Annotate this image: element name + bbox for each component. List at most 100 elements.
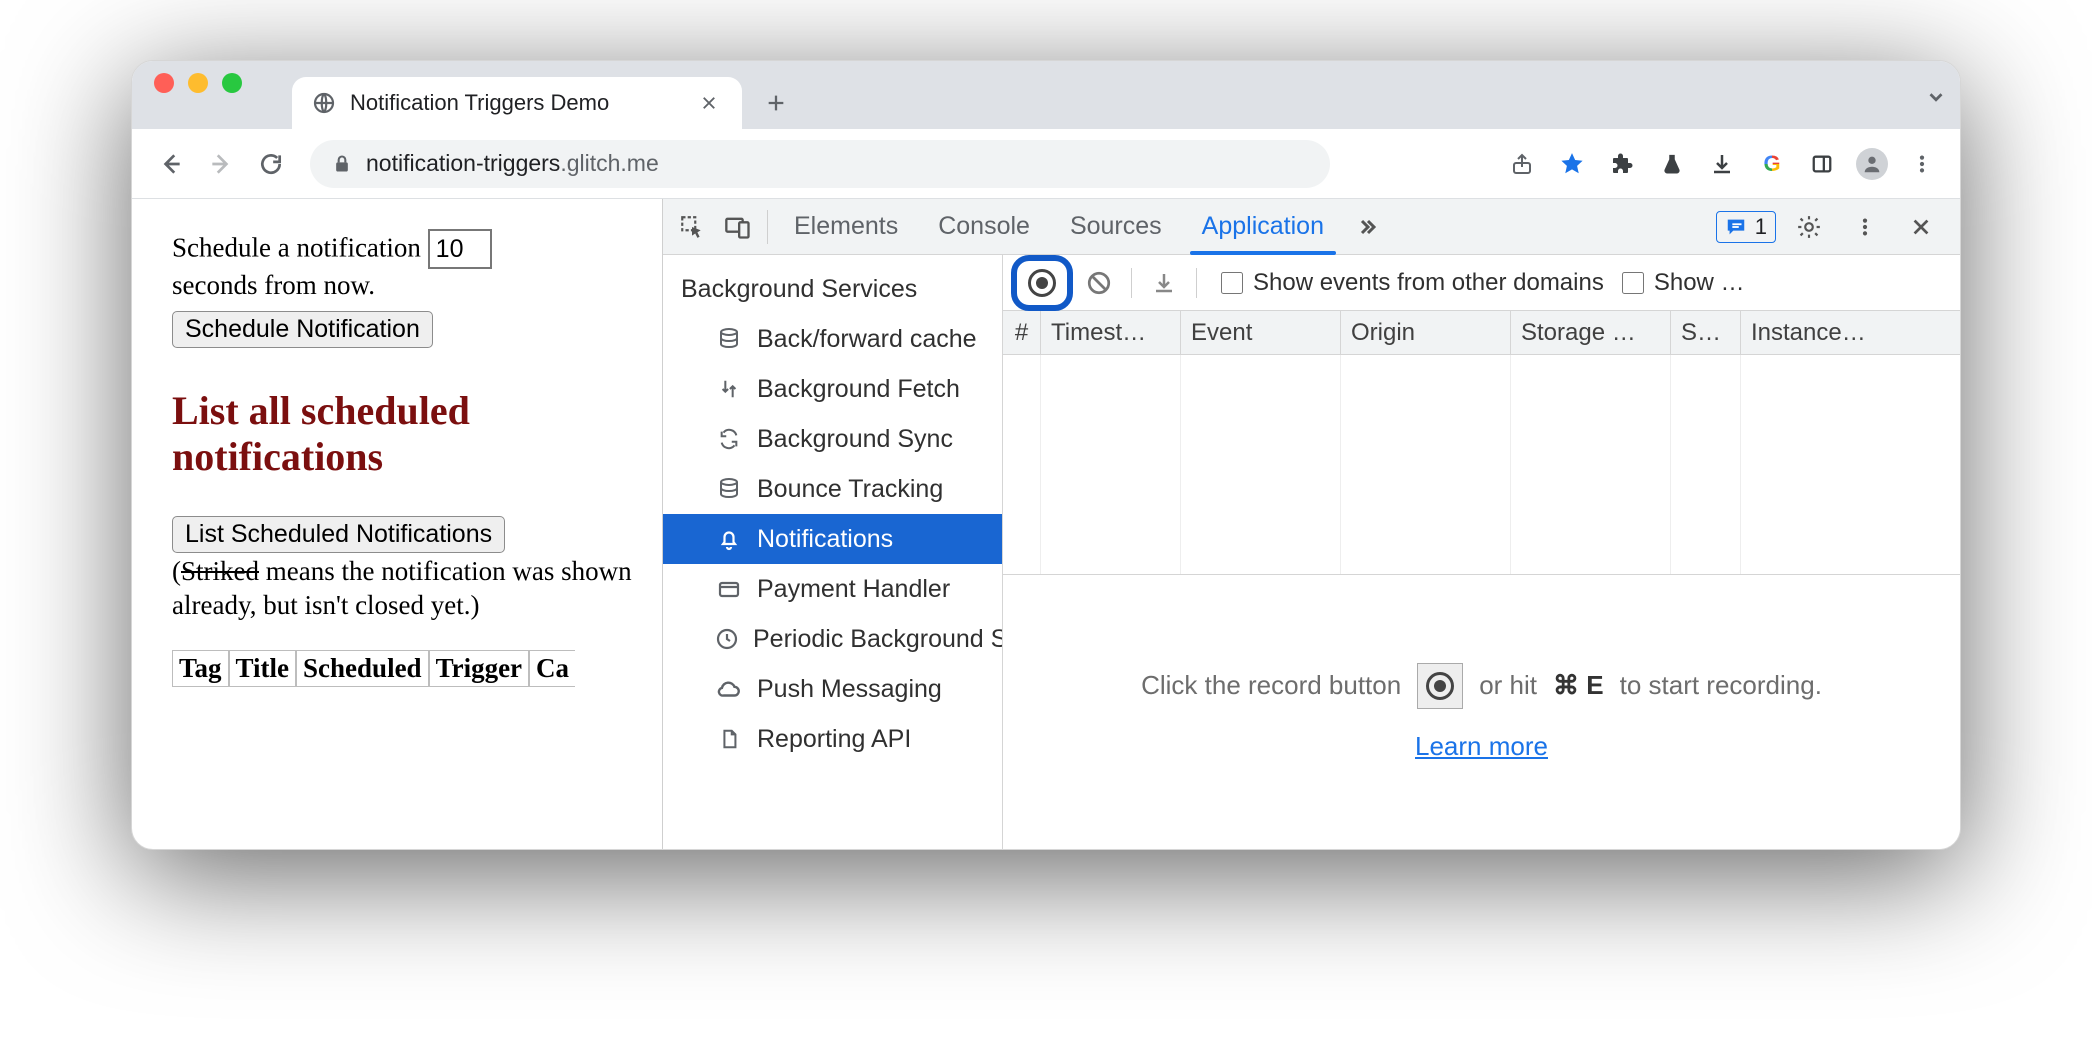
card-icon [715, 577, 743, 601]
close-devtools-icon[interactable] [1898, 199, 1944, 255]
sidebar-item-payment-handler[interactable]: Payment Handler [663, 564, 1002, 614]
settings-gear-icon[interactable] [1786, 199, 1832, 255]
sidebar-item-reporting-api[interactable]: Reporting API [663, 714, 1002, 764]
col-storage[interactable]: Storage … [1511, 311, 1671, 354]
col-index[interactable]: # [1003, 311, 1041, 354]
schedule-notification-button[interactable]: Schedule Notification [172, 311, 433, 348]
tab-title: Notification Triggers Demo [350, 90, 609, 116]
sidebar-item-back-forward-cache[interactable]: Back/forward cache [663, 314, 1002, 364]
database-icon [715, 327, 743, 351]
tab-strip: Notification Triggers Demo [132, 61, 1960, 129]
col-event[interactable]: Event [1181, 311, 1341, 354]
checkbox[interactable] [1622, 272, 1644, 294]
sidebar-item-background-fetch[interactable]: Background Fetch [663, 364, 1002, 414]
col-instance[interactable]: Instance… [1741, 311, 1960, 354]
close-window-icon[interactable] [154, 73, 174, 93]
devtools-main: Show events from other domains Show … # … [1003, 255, 1960, 849]
tab-elements[interactable]: Elements [774, 199, 918, 254]
document-icon [715, 728, 743, 750]
devtools-kebab-icon[interactable] [1842, 199, 1888, 255]
downloads-icon[interactable] [1706, 148, 1738, 180]
th-title: Title [229, 650, 297, 687]
sync-icon [715, 428, 743, 450]
tabs-overflow-icon[interactable] [1344, 199, 1390, 255]
sidebar-item-background-sync[interactable]: Background Sync [663, 414, 1002, 464]
sidebar-item-bounce-tracking[interactable]: Bounce Tracking [663, 464, 1002, 514]
devtools-tabbar: Elements Console Sources Application 1 [663, 199, 1960, 255]
share-icon[interactable] [1506, 148, 1538, 180]
checkbox[interactable] [1221, 272, 1243, 294]
profile-avatar[interactable] [1856, 148, 1888, 180]
new-tab-button[interactable] [742, 77, 810, 129]
url-host: notification-triggers.glitch.me [366, 150, 659, 177]
hint-shortcut: ⌘ E [1553, 670, 1604, 701]
strike-description: (Striked means the notification was show… [172, 555, 662, 623]
show-other-domains-checkbox[interactable]: Show events from other domains [1221, 269, 1604, 297]
col-origin[interactable]: Origin [1341, 311, 1511, 354]
schedule-row: Schedule a notification [172, 229, 662, 269]
record-button[interactable] [1011, 255, 1073, 311]
browser-window: Notification Triggers Demo notificatio [131, 60, 1961, 850]
devtools-panel: Elements Console Sources Application 1 [662, 199, 1960, 849]
events-column-headers: # Timest… Event Origin Storage … S… Inst… [1003, 311, 1960, 355]
bell-icon [715, 527, 743, 551]
sidebar-item-periodic-sync[interactable]: Periodic Background Sync [663, 614, 1002, 664]
fetch-icon [715, 378, 743, 400]
tab-sources[interactable]: Sources [1050, 199, 1182, 254]
toolbar: notification-triggers.glitch.me G [132, 129, 1960, 199]
learn-more-link[interactable]: Learn more [1415, 731, 1548, 762]
address-bar[interactable]: notification-triggers.glitch.me [310, 140, 1330, 188]
schedule-prefix: Schedule a notification [172, 233, 421, 263]
devtools-sidebar: Background Services Back/forward cache B… [663, 255, 1003, 849]
hint-tail: to start recording. [1620, 670, 1822, 701]
window-controls[interactable] [154, 61, 292, 129]
content-area: Schedule a notification seconds from now… [132, 199, 1960, 849]
show-truncated-checkbox[interactable]: Show … [1622, 269, 1745, 297]
browser-tab[interactable]: Notification Triggers Demo [292, 77, 742, 129]
col-timestamp[interactable]: Timest… [1041, 311, 1181, 354]
sidebar-category: Background Services [663, 269, 1002, 314]
th-trigger: Trigger [429, 650, 529, 687]
list-notifications-button[interactable]: List Scheduled Notifications [172, 516, 505, 553]
google-icon[interactable]: G [1756, 148, 1788, 180]
sidepanel-icon[interactable] [1806, 148, 1838, 180]
demo-page: Schedule a notification seconds from now… [132, 199, 662, 849]
minimize-window-icon[interactable] [188, 73, 208, 93]
th-tag: Tag [172, 650, 229, 687]
list-heading: List all scheduled notifications [172, 388, 662, 480]
inspect-icon[interactable] [669, 199, 715, 255]
th-ca: Ca [529, 650, 575, 687]
recording-toolbar: Show events from other domains Show … [1003, 255, 1960, 311]
issues-badge[interactable]: 1 [1716, 211, 1776, 243]
events-grid [1003, 355, 1960, 575]
extensions-icon[interactable] [1606, 148, 1638, 180]
tab-application[interactable]: Application [1182, 199, 1344, 254]
sidebar-item-push-messaging[interactable]: Push Messaging [663, 664, 1002, 714]
issues-count: 1 [1755, 214, 1767, 240]
checkbox-label: Show events from other domains [1253, 269, 1604, 297]
database-icon [715, 477, 743, 501]
hint-before: Click the record button [1141, 670, 1401, 701]
tab-console[interactable]: Console [918, 199, 1050, 254]
save-icon[interactable] [1144, 263, 1184, 303]
close-tab-icon[interactable] [696, 90, 722, 116]
schedule-suffix: seconds from now. [172, 269, 662, 303]
record-icon [1028, 269, 1056, 297]
sidebar-item-notifications[interactable]: Notifications [663, 514, 1002, 564]
bookmark-star-icon[interactable] [1556, 148, 1588, 180]
seconds-input[interactable] [428, 229, 492, 269]
labs-icon[interactable] [1656, 148, 1688, 180]
device-toggle-icon[interactable] [715, 199, 761, 255]
col-s[interactable]: S… [1671, 311, 1741, 354]
reload-button[interactable] [250, 143, 292, 185]
back-button[interactable] [150, 143, 192, 185]
kebab-menu-icon[interactable] [1906, 148, 1938, 180]
recording-hint: Click the record button or hit ⌘ E to st… [1003, 575, 1960, 849]
lock-icon [332, 154, 352, 174]
maximize-window-icon[interactable] [222, 73, 242, 93]
hint-after: or hit [1479, 670, 1537, 701]
clear-icon[interactable] [1079, 263, 1119, 303]
forward-button[interactable] [200, 143, 242, 185]
tab-list-button[interactable] [1912, 71, 1960, 123]
th-scheduled: Scheduled [296, 650, 429, 687]
